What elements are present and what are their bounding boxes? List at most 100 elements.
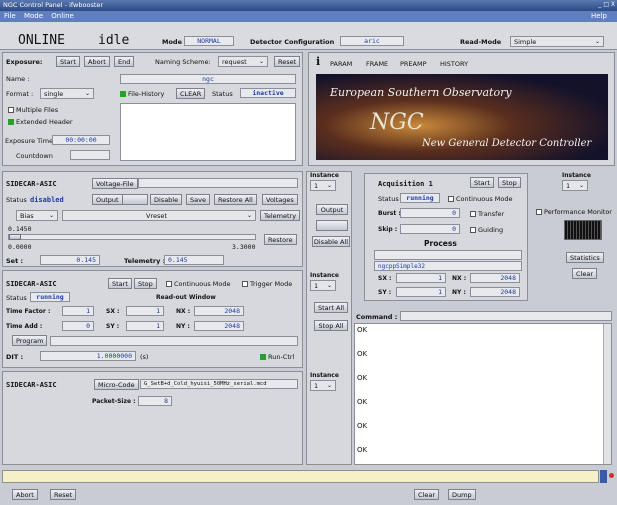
acq-start-button[interactable]: Start xyxy=(470,177,494,188)
acq-sy-input[interactable]: 1 xyxy=(396,287,446,297)
message-scroll-icon[interactable] xyxy=(600,470,607,483)
voltagefile-button[interactable]: Voltage-File xyxy=(92,178,138,189)
set-value[interactable]: 0.145 xyxy=(40,255,100,265)
middle-output-button[interactable]: Output xyxy=(316,204,348,215)
timeadd-input[interactable]: 0 xyxy=(62,321,94,331)
bias-select[interactable]: Bias xyxy=(16,210,58,221)
sidecar2-stop-button[interactable]: Stop xyxy=(134,278,157,289)
menu-online[interactable]: Online xyxy=(51,12,74,20)
tab-history[interactable]: HISTORY xyxy=(440,60,468,68)
transfer-toggle[interactable]: Transfer xyxy=(470,210,504,218)
sidecar1-output-button[interactable]: Output xyxy=(92,194,123,205)
filehistory-checkbox[interactable] xyxy=(120,91,126,97)
menu-file[interactable]: File xyxy=(4,12,16,20)
bottom-dump-button[interactable]: Dump xyxy=(448,489,476,500)
naming-select[interactable]: request xyxy=(218,56,268,67)
readmode-select[interactable]: Simple xyxy=(510,36,604,47)
voltagefile-input[interactable] xyxy=(138,178,298,188)
name-input[interactable]: ngc xyxy=(120,74,296,84)
voltage-slider-handle[interactable] xyxy=(9,234,21,240)
multiple-files-toggle[interactable]: Multiple Files xyxy=(8,106,58,114)
naming-reset-button[interactable]: Reset xyxy=(274,56,301,67)
microcode-input[interactable]: G_SetB+d_Cold_hyuisi_50MHz_serial.mcd xyxy=(140,379,298,389)
clear-history-button[interactable]: CLEAR xyxy=(176,88,206,99)
sidecar1-save-button[interactable]: Save xyxy=(186,194,210,205)
sidecar1-blank-button[interactable] xyxy=(122,194,148,205)
restore-button[interactable]: Restore xyxy=(264,234,297,245)
voltage-slider[interactable] xyxy=(8,234,256,240)
guiding-checkbox[interactable] xyxy=(470,227,476,233)
sidecar2-status-label: Status xyxy=(6,294,27,302)
sidecar2-start-button[interactable]: Start xyxy=(108,278,132,289)
sidecar1-disable-button[interactable]: Disable xyxy=(150,194,183,205)
menu-help[interactable]: Help xyxy=(591,12,607,20)
file-history-list[interactable] xyxy=(120,103,296,161)
right-instance-select[interactable]: 1 xyxy=(562,180,588,191)
right-clear-button[interactable]: Clear xyxy=(572,268,597,279)
sidecar2-sx-input[interactable]: 1 xyxy=(126,306,164,316)
exposure-end-button[interactable]: End xyxy=(114,56,135,67)
perfmon-checkbox[interactable] xyxy=(536,209,542,215)
acq-ny-input[interactable]: 2048 xyxy=(470,287,520,297)
guiding-toggle[interactable]: Guiding xyxy=(470,226,503,234)
acq-continuous-checkbox[interactable] xyxy=(448,196,454,202)
disable-all-button[interactable]: Disable All xyxy=(312,236,350,247)
sidecar1-restore-all-button[interactable]: Restore All xyxy=(214,194,257,205)
exptime-label: Exposure Time xyxy=(5,137,54,145)
runctrl-toggle[interactable]: Run-Ctrl xyxy=(260,353,294,361)
sidecar1-voltages-button[interactable]: Voltages xyxy=(262,194,298,205)
instance2-select[interactable]: 1 xyxy=(310,280,336,291)
acq-status-label: Status xyxy=(378,195,399,203)
skip-input[interactable]: 0 xyxy=(400,224,460,234)
telemetry-button[interactable]: Telemetry xyxy=(260,210,301,221)
program-button[interactable]: Program xyxy=(12,335,48,346)
extended-header-toggle[interactable]: Extended Header xyxy=(8,118,73,126)
tab-frame[interactable]: FRAME xyxy=(366,60,388,68)
timefactor-input[interactable]: 1 xyxy=(62,306,94,316)
stop-all-button[interactable]: Stop All xyxy=(314,320,348,331)
exposure-start-button[interactable]: Start xyxy=(56,56,80,67)
dit-input[interactable]: 1.0000000 xyxy=(40,351,136,361)
packet-size-input[interactable]: 8 xyxy=(138,396,172,406)
command-output[interactable]: OK OK OK OK OK OK xyxy=(354,323,612,465)
microcode-button[interactable]: Micro-Code xyxy=(94,379,139,390)
burst-input[interactable]: 0 xyxy=(400,208,460,218)
bottom-abort-button[interactable]: Abort xyxy=(12,489,38,500)
exposure-abort-button[interactable]: Abort xyxy=(84,56,110,67)
start-all-button[interactable]: Start All xyxy=(314,302,348,313)
window-controls[interactable]: _ □ X xyxy=(598,1,615,8)
filehistory-toggle[interactable]: File-History xyxy=(120,90,164,98)
menu-mode[interactable]: Mode xyxy=(24,12,43,20)
bottom-clear-button[interactable]: Clear xyxy=(414,489,439,500)
runctrl-checkbox[interactable] xyxy=(260,354,266,360)
instance1-select[interactable]: 1 xyxy=(310,180,336,191)
acq-nx-input[interactable]: 2048 xyxy=(470,273,520,283)
format-select[interactable]: single xyxy=(40,88,94,99)
perfmon-toggle[interactable]: Performance Monitor xyxy=(536,208,612,216)
middle-blank-button[interactable] xyxy=(316,220,348,231)
vreset-select[interactable]: Vreset xyxy=(62,210,256,221)
statistics-button[interactable]: Statistics xyxy=(566,252,604,263)
command-scrollbar[interactable] xyxy=(603,324,611,464)
sidecar2-sy-input[interactable]: 1 xyxy=(126,321,164,331)
acq-sx-input[interactable]: 1 xyxy=(396,273,446,283)
sidecar2-ny-input[interactable]: 2048 xyxy=(194,321,244,331)
tab-param[interactable]: PARAM xyxy=(330,60,352,68)
trigger-mode-checkbox[interactable] xyxy=(242,281,248,287)
transfer-checkbox[interactable] xyxy=(470,211,476,217)
instance3-select[interactable]: 1 xyxy=(310,380,336,391)
info-icon[interactable]: i xyxy=(316,55,320,68)
continuous-mode-checkbox[interactable] xyxy=(166,281,172,287)
acq-continuous-toggle[interactable]: Continuous Mode xyxy=(448,195,513,203)
multiple-files-checkbox[interactable] xyxy=(8,107,14,113)
sidecar2-nx-input[interactable]: 2048 xyxy=(194,306,244,316)
trigger-mode-toggle[interactable]: Trigger Mode xyxy=(242,280,292,288)
command-input[interactable] xyxy=(400,311,612,321)
extended-header-checkbox[interactable] xyxy=(8,119,14,125)
program-input[interactable] xyxy=(50,336,298,346)
acq-stop-button[interactable]: Stop xyxy=(498,177,521,188)
continuous-mode-toggle[interactable]: Continuous Mode xyxy=(166,280,231,288)
bottom-reset-button[interactable]: Reset xyxy=(50,489,77,500)
multiple-files-label: Multiple Files xyxy=(16,106,59,114)
tab-preamp[interactable]: PREAMP xyxy=(400,60,427,68)
